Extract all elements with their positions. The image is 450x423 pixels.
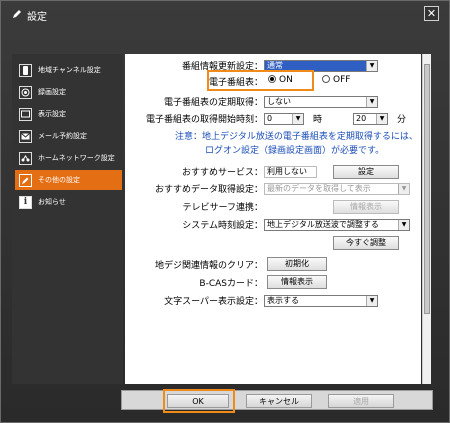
mail-icon: [19, 129, 32, 143]
sidebar-item-label: 録画設定: [38, 88, 66, 96]
bcas-label: B-CASカード：: [199, 279, 263, 289]
epg-off-label: OFF: [333, 75, 351, 85]
pencil-icon: [13, 10, 21, 18]
hour-unit: 時: [313, 115, 323, 125]
recommend-service-value: 利用しない: [267, 167, 307, 176]
sidebar-item-label: ホームネットワーク設定: [38, 154, 115, 162]
chevron-down-icon: ▼: [366, 97, 377, 107]
clear-digital-label: 地デジ関連情報のクリア：: [154, 261, 263, 271]
text-super-label: 文字スーパー表示設定：: [164, 297, 263, 307]
radio-unchecked-icon: [322, 74, 330, 83]
sidebar-item-label: メール予約設定: [38, 132, 87, 140]
remote-icon: [19, 63, 32, 77]
sidebar-item-notices[interactable]: i お知らせ: [15, 192, 122, 212]
epg-note-line2: ログオン設定（録画設定画面）が必要です。: [205, 146, 385, 156]
text-super-select[interactable]: 表示する ▼: [264, 295, 378, 307]
sidebar-item-region-channel[interactable]: 地域チャンネル設定: [15, 60, 122, 80]
apply-button[interactable]: 適用: [328, 394, 394, 408]
display-icon: [19, 107, 32, 121]
epg-periodic-select[interactable]: しない ▼: [264, 96, 378, 108]
recommend-data-label: おすすめデータ取得設定：: [154, 185, 263, 195]
telesurf-label: テレビサーフ連携：: [182, 203, 263, 213]
ok-highlight-box: [163, 389, 235, 413]
minute-unit: 分: [397, 115, 407, 125]
info-icon: i: [19, 195, 32, 209]
settings-panel: 番組情報更新設定： 通常 ▼ 電子番組表： ON OFF 電子番組表の定期取得：…: [125, 54, 421, 384]
bcas-info-button[interactable]: 情報表示: [267, 275, 327, 289]
recommend-data-value: 最新のデータを取得して表示: [267, 184, 371, 193]
chevron-down-icon: ▼: [366, 296, 377, 306]
chevron-down-icon: ▼: [398, 220, 409, 230]
epg-on-radio[interactable]: ON: [268, 74, 293, 85]
epg-on-label: ON: [279, 75, 293, 85]
epg-hour-value: 0: [267, 114, 273, 123]
chevron-down-icon: ▼: [398, 184, 409, 194]
recommend-service-value-box: 利用しない: [264, 166, 317, 178]
epg-minute-value: 20: [356, 114, 367, 123]
pencil-icon: [19, 173, 32, 187]
initialize-button[interactable]: 初期化: [267, 257, 327, 271]
telesurf-info-button[interactable]: 情報表示: [333, 200, 399, 214]
epg-off-radio[interactable]: OFF: [322, 74, 351, 85]
recommend-service-label: おすすめサービス：: [181, 168, 263, 178]
program-update-value: 通常: [267, 61, 283, 70]
system-clock-select[interactable]: 地上デジタル放送波で調整する ▼: [264, 219, 410, 231]
system-clock-value: 地上デジタル放送波で調整する: [267, 220, 379, 229]
sidebar-item-display[interactable]: 表示設定: [15, 104, 122, 124]
epg-hour-select[interactable]: 0 ▼: [264, 113, 304, 125]
record-icon: [19, 85, 32, 99]
sidebar-item-mail-reservation[interactable]: メール予約設定: [15, 126, 122, 146]
chevron-down-icon: ▼: [376, 114, 387, 124]
system-clock-label: システム時刻設定：: [182, 221, 263, 231]
network-icon: [19, 151, 32, 165]
settings-window: 設定 ✕ 地域チャンネル設定 録画設定 表示設定 メール予約設定 ホームネットワ…: [0, 0, 450, 423]
cancel-button[interactable]: キャンセル: [246, 394, 312, 408]
sidebar: 地域チャンネル設定 録画設定 表示設定 メール予約設定 ホームネットワーク設定 …: [12, 54, 123, 384]
close-button[interactable]: ✕: [424, 6, 439, 21]
epg-periodic-value: しない: [267, 97, 291, 106]
epg-minute-select[interactable]: 20 ▼: [353, 113, 388, 125]
radio-checked-icon: [268, 74, 276, 83]
text-super-value: 表示する: [267, 296, 299, 305]
scrollbar-thumb[interactable]: [424, 64, 430, 314]
adjust-now-button[interactable]: 今すぐ調整: [333, 236, 399, 250]
epg-start-time-label: 電子番組表の取得開始時刻：: [145, 115, 263, 125]
title-bar: 設定 ✕: [1, 1, 449, 27]
chevron-down-icon: ▼: [292, 114, 303, 124]
epg-note-line1: 注意：地上デジタル放送の電子番組表を定期取得するには、: [175, 132, 418, 142]
sidebar-item-label: 地域チャンネル設定: [38, 66, 101, 74]
sidebar-item-label: お知らせ: [38, 198, 66, 206]
window-title: 設定: [27, 12, 47, 23]
sidebar-item-recording[interactable]: 録画設定: [15, 82, 122, 102]
vertical-scrollbar[interactable]: [422, 54, 431, 384]
sidebar-item-home-network[interactable]: ホームネットワーク設定: [15, 148, 122, 168]
recommend-data-select[interactable]: 最新のデータを取得して表示 ▼: [264, 183, 410, 195]
sidebar-item-other-settings[interactable]: その他の設定: [15, 170, 122, 190]
sidebar-item-label: 表示設定: [38, 110, 66, 118]
sidebar-item-label: その他の設定: [38, 176, 80, 184]
epg-label: 電子番組表：: [208, 78, 263, 88]
epg-periodic-label: 電子番組表の定期取得：: [163, 98, 263, 108]
recommend-service-button[interactable]: 設定: [333, 165, 399, 179]
chevron-down-icon: ▼: [366, 61, 377, 71]
